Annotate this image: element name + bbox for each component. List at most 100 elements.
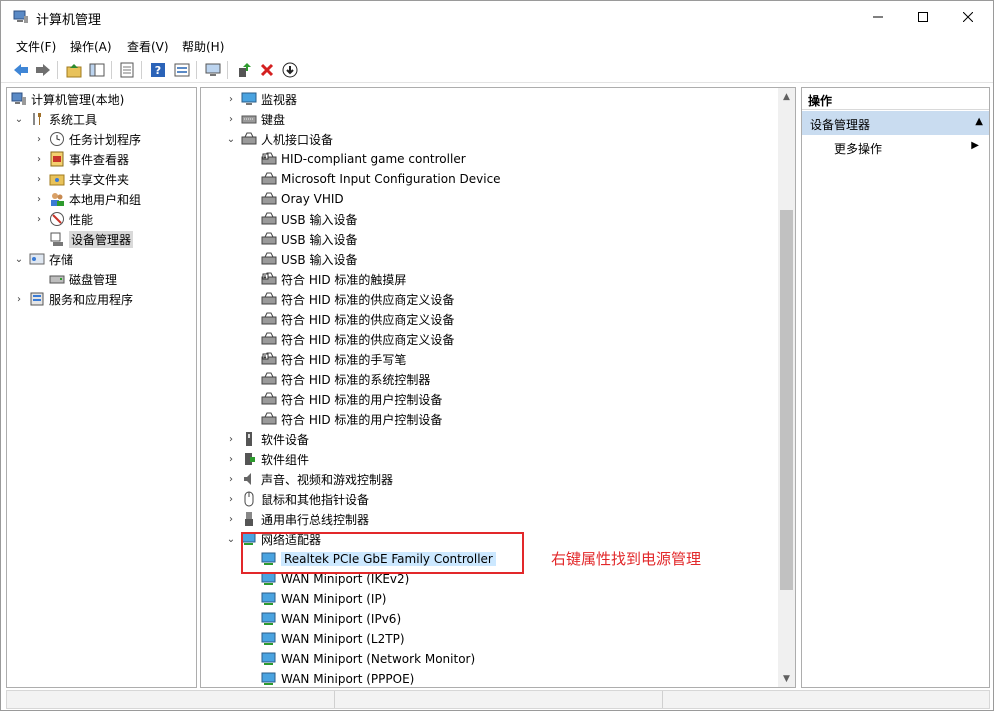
properties-icon[interactable] — [116, 59, 138, 81]
hid-device-icon — [261, 291, 277, 307]
tree-item-services[interactable]: › 服务和应用程序 — [13, 289, 133, 309]
hid-device-item[interactable]: Oray VHID — [261, 189, 344, 209]
network-device-item[interactable]: WAN Miniport (L2TP) — [261, 629, 405, 649]
computer-management-window: 计算机管理 文件(F) 操作(A) 查看(V) 帮助(H) ? 计算机管理(本地… — [0, 0, 994, 711]
more-actions-item[interactable]: 更多操作 ▶ — [802, 137, 989, 157]
shared-folder-icon — [49, 171, 65, 187]
tree-label: 事件查看器 — [69, 152, 130, 167]
hid-device-item[interactable]: 符合 HID 标准的供应商定义设备 — [261, 329, 454, 349]
tree-item-local-users[interactable]: › 本地用户和组 — [33, 189, 141, 209]
chevron-right-icon[interactable]: › — [33, 193, 45, 205]
uninstall-icon[interactable] — [256, 59, 278, 81]
toolbar: ? — [1, 57, 993, 83]
tools-icon — [29, 111, 45, 127]
hid-device-item[interactable]: USB 输入设备 — [261, 249, 357, 269]
network-device-item[interactable]: WAN Miniport (PPPOE) — [261, 669, 414, 687]
menu-action[interactable]: 操作(A) — [70, 38, 112, 55]
toolbar-separator — [196, 61, 197, 79]
show-hide-tree-icon[interactable] — [86, 59, 108, 81]
tree-label: 监视器 — [261, 92, 298, 107]
chevron-right-icon[interactable]: › — [225, 433, 237, 445]
device-category-monitors[interactable]: › 监视器 — [225, 89, 297, 109]
network-device-item[interactable]: WAN Miniport (IPv6) — [261, 609, 401, 629]
hid-device-item[interactable]: USB 输入设备 — [261, 209, 357, 229]
menu-help[interactable]: 帮助(H) — [182, 38, 224, 55]
status-cell — [335, 691, 663, 708]
help-icon[interactable]: ? — [147, 59, 169, 81]
tree-item-shared-folders[interactable]: › 共享文件夹 — [33, 169, 129, 189]
chevron-right-icon[interactable]: › — [33, 133, 45, 145]
chevron-right-icon[interactable]: › — [225, 113, 237, 125]
tree-item-system-tools[interactable]: ⌄ 系统工具 — [13, 109, 97, 129]
hid-device-icon — [261, 271, 277, 287]
chevron-right-icon[interactable]: › — [225, 453, 237, 465]
chevron-right-icon[interactable]: › — [225, 513, 237, 525]
chevron-right-icon[interactable]: › — [225, 93, 237, 105]
hid-device-icon — [261, 231, 277, 247]
monitor-icon[interactable] — [202, 59, 224, 81]
actions-pane: 操作 设备管理器 ▲ 更多操作 ▶ — [801, 87, 990, 688]
chevron-right-icon[interactable]: › — [13, 293, 25, 305]
chevron-right-icon[interactable]: › — [33, 213, 45, 225]
chevron-down-icon[interactable]: ⌄ — [13, 113, 25, 125]
device-category-mice[interactable]: › 鼠标和其他指针设备 — [225, 489, 369, 509]
hid-device-icon — [261, 151, 277, 167]
network-device-item[interactable]: WAN Miniport (Network Monitor) — [261, 649, 475, 669]
hid-device-item[interactable]: 符合 HID 标准的用户控制设备 — [261, 389, 442, 409]
hid-device-item[interactable]: 符合 HID 标准的用户控制设备 — [261, 409, 442, 429]
close-button[interactable] — [945, 1, 991, 33]
chevron-down-icon[interactable]: ⌄ — [225, 133, 237, 145]
device-category-hid[interactable]: ⌄ 人机接口设备 — [225, 129, 333, 149]
tree-item-task-scheduler[interactable]: › 任务计划程序 — [33, 129, 141, 149]
chevron-down-icon[interactable]: ⌄ — [225, 533, 237, 545]
tree-label: 符合 HID 标准的触摸屏 — [281, 272, 407, 287]
tree-label: Microsoft Input Configuration Device — [281, 172, 501, 186]
tree-item-storage[interactable]: ⌄ 存储 — [13, 249, 73, 269]
device-category-keyboards[interactable]: › 键盘 — [225, 109, 285, 129]
download-circle-icon[interactable] — [279, 59, 301, 81]
tree-item-device-manager[interactable]: 设备管理器 — [49, 229, 134, 249]
device-category-software-devices[interactable]: › 软件设备 — [225, 429, 309, 449]
hid-device-icon — [261, 391, 277, 407]
tree-item-root[interactable]: 计算机管理(本地) — [11, 89, 124, 109]
chevron-right-icon[interactable]: › — [225, 473, 237, 485]
back-arrow-icon[interactable] — [10, 59, 32, 81]
forward-arrow-icon[interactable] — [32, 59, 54, 81]
tree-item-disk-management[interactable]: 磁盘管理 — [49, 269, 117, 289]
scroll-down-icon[interactable]: ▼ — [778, 670, 795, 687]
tree-label: 符合 HID 标准的系统控制器 — [281, 372, 431, 387]
menu-view[interactable]: 查看(V) — [127, 38, 169, 55]
network-device-item[interactable]: WAN Miniport (IP) — [261, 589, 386, 609]
tree-item-event-viewer[interactable]: › 事件查看器 — [33, 149, 129, 169]
device-category-usb[interactable]: › 通用串行总线控制器 — [225, 509, 369, 529]
hid-device-item[interactable]: 符合 HID 标准的系统控制器 — [261, 369, 430, 389]
update-driver-icon[interactable] — [233, 59, 255, 81]
hid-device-item[interactable]: 符合 HID 标准的触摸屏 — [261, 269, 406, 289]
console-icon[interactable] — [171, 59, 193, 81]
minimize-button[interactable] — [855, 1, 901, 33]
chevron-right-icon[interactable]: › — [33, 153, 45, 165]
device-category-software-components[interactable]: › 软件组件 — [225, 449, 309, 469]
scroll-thumb[interactable] — [780, 210, 793, 590]
hid-device-item[interactable]: 符合 HID 标准的供应商定义设备 — [261, 289, 454, 309]
vertical-scrollbar[interactable]: ▲ ▼ — [778, 88, 795, 687]
hid-device-item[interactable]: 符合 HID 标准的供应商定义设备 — [261, 309, 454, 329]
menu-file[interactable]: 文件(F) — [16, 38, 56, 55]
actions-section-device-manager[interactable]: 设备管理器 ▲ — [802, 111, 989, 135]
hid-device-item[interactable]: USB 输入设备 — [261, 229, 357, 249]
hid-device-item[interactable]: 符合 HID 标准的手写笔 — [261, 349, 406, 369]
network-adapter-icon — [261, 671, 277, 687]
chevron-right-icon[interactable]: › — [33, 173, 45, 185]
tree-label: 符合 HID 标准的用户控制设备 — [281, 412, 443, 427]
device-category-audio[interactable]: › 声音、视频和游戏控制器 — [225, 469, 393, 489]
up-folder-icon[interactable] — [63, 59, 85, 81]
collapse-up-icon[interactable]: ▲ — [975, 116, 983, 127]
chevron-right-icon[interactable]: › — [225, 493, 237, 505]
computer-management-icon — [11, 91, 27, 107]
scroll-up-icon[interactable]: ▲ — [778, 88, 795, 105]
hid-device-item[interactable]: Microsoft Input Configuration Device — [261, 169, 501, 189]
tree-item-performance[interactable]: › 性能 — [33, 209, 93, 229]
maximize-button[interactable] — [900, 1, 946, 33]
hid-device-item[interactable]: HID-compliant game controller — [261, 149, 466, 169]
chevron-down-icon[interactable]: ⌄ — [13, 253, 25, 265]
